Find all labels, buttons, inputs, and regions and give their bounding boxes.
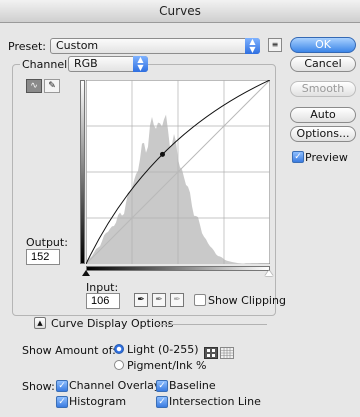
input-gradient-bar — [86, 266, 270, 271]
show-amount-label: Show Amount of: — [22, 344, 116, 357]
baseline-checkbox[interactable]: ✓ — [156, 380, 168, 392]
curve-display-options-label: Curve Display Options — [51, 317, 174, 330]
light-radio-label: Light (0-255) — [127, 343, 199, 356]
preset-options-icon[interactable]: ≡ — [268, 38, 282, 52]
white-eyedropper-icon[interactable]: ✒ — [170, 293, 184, 307]
detailed-grid-svg — [221, 348, 233, 358]
output-field[interactable] — [26, 249, 60, 265]
pigment-radio-label: Pigment/Ink % — [127, 359, 207, 372]
preset-value: Custom — [56, 39, 99, 52]
show-clipping-checkbox[interactable] — [194, 294, 206, 306]
gray-eyedropper-icon[interactable]: ✒ — [152, 293, 166, 307]
curve-graph[interactable] — [85, 79, 271, 265]
intersection-line-checkbox[interactable]: ✓ — [156, 396, 168, 408]
black-point-slider-icon[interactable] — [82, 270, 90, 276]
pigment-radio[interactable] — [114, 360, 124, 370]
preset-select[interactable]: Custom ▲ ▼ — [50, 38, 260, 54]
histogram-label: Histogram — [69, 395, 127, 408]
smooth-button[interactable]: Smooth — [290, 81, 356, 97]
channel-select[interactable]: RGB ▲ ▼ — [68, 56, 148, 72]
black-eyedropper-icon[interactable]: ✒ — [134, 293, 148, 307]
simple-grid-icon[interactable] — [204, 347, 218, 359]
divider — [157, 324, 267, 325]
preset-label: Preset: — [8, 40, 47, 53]
input-field[interactable] — [86, 293, 120, 309]
disclosure-triangle-icon[interactable]: ▲ — [34, 317, 46, 329]
curve-control-point[interactable] — [159, 151, 165, 157]
show-clipping-label: Show Clipping — [208, 294, 286, 307]
popup-arrows-icon: ▲ ▼ — [245, 38, 260, 54]
popup-arrows-icon: ▲ ▼ — [133, 56, 148, 72]
cancel-button[interactable]: Cancel — [290, 56, 356, 72]
preview-label: Preview — [305, 151, 348, 164]
curve-point-tool-icon[interactable]: ∿ — [26, 79, 42, 93]
ok-button[interactable]: OK — [290, 37, 356, 53]
show-label: Show: — [22, 380, 55, 393]
channel-label: Channel: — [20, 58, 73, 71]
auto-button[interactable]: Auto — [290, 107, 356, 123]
channel-value: RGB — [74, 57, 98, 70]
pencil-tool-icon[interactable]: ✎ — [44, 79, 60, 93]
curve-graph-svg — [85, 79, 271, 265]
baseline-label: Baseline — [169, 379, 216, 392]
light-radio[interactable] — [114, 344, 124, 354]
simple-grid-svg — [207, 349, 215, 357]
preview-checkbox[interactable]: ✓ — [292, 151, 304, 163]
output-gradient-bar — [80, 80, 85, 264]
detailed-grid-icon[interactable] — [220, 347, 234, 359]
channel-overlays-label: Channel Overlays — [69, 379, 167, 392]
channel-overlays-checkbox[interactable]: ✓ — [56, 380, 68, 392]
white-point-slider-icon[interactable] — [265, 270, 273, 276]
histogram-checkbox[interactable]: ✓ — [56, 396, 68, 408]
intersection-line-label: Intersection Line — [169, 395, 261, 408]
window-title: Curves — [0, 0, 360, 23]
options-button[interactable]: Options... — [290, 126, 356, 142]
output-label: Output: — [26, 236, 68, 249]
